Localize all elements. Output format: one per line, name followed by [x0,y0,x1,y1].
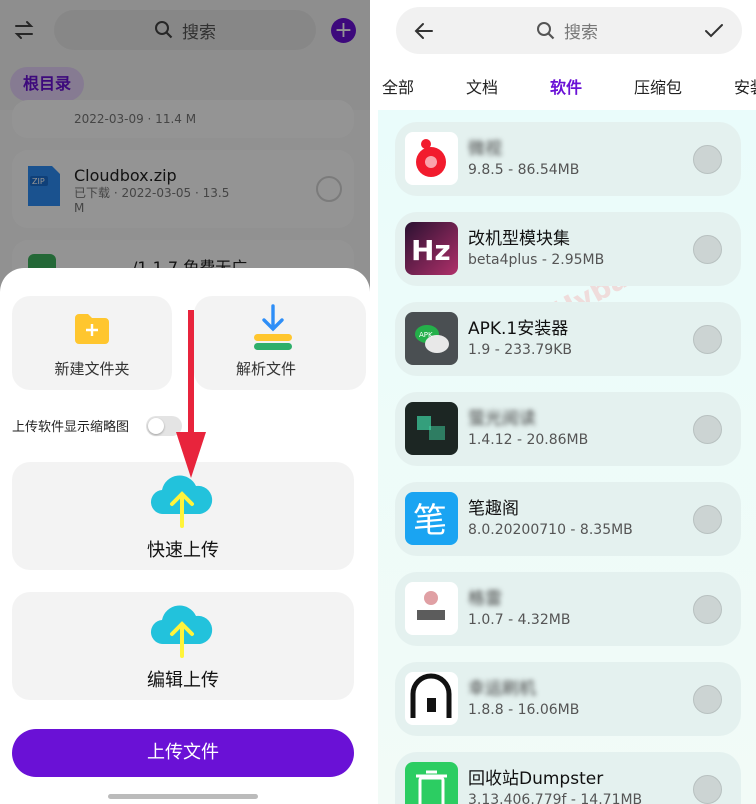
thumbnail-setting-label: 上传软件显示缩略图 [12,420,130,435]
tab-all[interactable]: 全部 [382,74,414,98]
app-name: 回收站Dumpster [468,769,604,789]
svg-text:笔: 笔 [413,501,447,541]
list-item[interactable]: 微视 9.8.5 - 86.54MB [395,122,741,196]
category-tabs: 全部 文档 软件 压缩包 安装 [378,74,756,98]
back-arrow-icon[interactable] [412,19,436,43]
parse-file-button[interactable]: 解析文件 [194,296,366,390]
select-radio[interactable] [693,325,722,354]
app-name: 改机型模块集 [468,229,570,249]
app-icon [405,762,458,804]
quick-upload-label: 快速上传 [147,540,219,561]
app-name: 笔趣阁 [468,499,519,519]
app-name: 微视 [468,139,502,159]
list-item[interactable]: APK APK.1安装器 1.9 - 233.79KB [395,302,741,376]
search-placeholder: 搜索 [564,23,598,43]
list-item[interactable]: 幸运刷机 1.8.8 - 16.06MB [395,662,741,736]
app-icon [405,132,458,185]
app-meta: 1.0.7 - 4.32MB [468,612,571,628]
list-item[interactable]: 萤光阅读 1.4.12 - 20.86MB [395,392,741,466]
upload-file-button[interactable]: 上传文件 [12,729,354,777]
app-meta: beta4plus - 2.95MB [468,252,605,268]
toggle-knob [148,418,164,434]
red-arrow-annotation [176,310,206,478]
tab-documents[interactable]: 文档 [466,74,498,98]
select-radio[interactable] [693,145,722,174]
app-icon [405,582,458,635]
select-radio[interactable] [693,685,722,714]
home-indicator [108,794,258,799]
edit-upload-button[interactable]: 编辑上传 [12,592,354,700]
app-icon [405,672,458,725]
app-icon [405,402,458,455]
app-icon: 笔 [405,492,458,545]
svg-text:Hz: Hz [411,234,451,267]
search-input[interactable]: 搜索 [536,7,598,54]
edit-upload-label: 编辑上传 [147,670,219,691]
select-radio[interactable] [693,775,722,804]
search-bar[interactable]: 搜索 [396,7,742,54]
tab-archives[interactable]: 压缩包 [634,74,682,98]
select-radio[interactable] [693,505,722,534]
right-header: 搜索 全部 文档 软件 压缩包 安装 [378,0,756,110]
app-meta: 9.8.5 - 86.54MB [468,162,580,178]
parse-download-icon [254,304,292,350]
confirm-check-icon[interactable] [702,19,726,43]
app-meta: 1.9 - 233.79KB [468,342,572,358]
select-radio[interactable] [693,235,722,264]
app-name: 幸运刷机 [468,679,536,699]
app-meta: 8.0.20200710 - 8.35MB [468,522,633,538]
list-item[interactable]: 回收站Dumpster 3.13.406.779f - 14.71MB [395,752,741,804]
svg-text:APK: APK [419,331,433,339]
app-meta: 1.8.8 - 16.06MB [468,702,580,718]
tab-install[interactable]: 安装 [734,74,756,98]
new-folder-label: 新建文件夹 [54,360,130,378]
folder-plus-icon [75,314,109,344]
app-icon: Hz [405,222,458,275]
left-panel: 搜索 + 根目录 2022-03-09 · 11.4 M ZIP Cloudbo… [0,0,370,804]
app-meta: 1.4.12 - 20.86MB [468,432,589,448]
app-list: Hybase 微视 9.8.5 - 86.54MB Hz 改机型模块集 beta… [378,110,756,804]
new-folder-button[interactable]: 新建文件夹 [12,296,172,390]
list-item[interactable]: Hz 改机型模块集 beta4plus - 2.95MB [395,212,741,286]
tab-software[interactable]: 软件 [550,74,582,98]
select-radio[interactable] [693,595,722,624]
list-item[interactable]: 笔 笔趣阁 8.0.20200710 - 8.35MB [395,482,741,556]
app-name: 格雷 [468,589,502,609]
cloud-upload-icon [150,605,213,658]
app-icon: APK [405,312,458,365]
select-radio[interactable] [693,415,722,444]
app-meta: 3.13.406.779f - 14.71MB [468,792,643,804]
right-panel: 搜索 全部 文档 软件 压缩包 安装 Hybase 微视 9.8.5 - 86.… [378,0,756,804]
app-name: 萤光阅读 [468,409,536,429]
search-icon [537,21,555,39]
list-item[interactable]: 格雷 1.0.7 - 4.32MB [395,572,741,646]
app-name: APK.1安装器 [468,319,569,339]
